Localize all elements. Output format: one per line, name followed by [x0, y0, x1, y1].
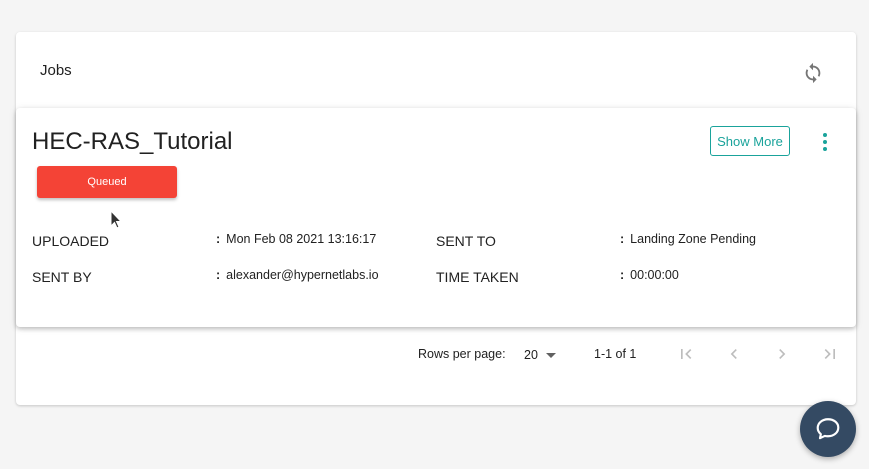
field-separator: : [216, 268, 221, 282]
first-page-icon [681, 349, 692, 359]
sent-by-value-text: alexander@hypernetlabs.io [226, 268, 379, 282]
field-separator: : [620, 268, 625, 282]
kebab-dot [823, 133, 827, 137]
sent-by-value: : alexander@hypernetlabs.io [216, 268, 379, 282]
next-page-button[interactable] [770, 342, 794, 366]
first-page-button[interactable] [674, 342, 698, 366]
panel-title: Jobs [40, 62, 72, 79]
sent-to-label: SENT TO [436, 233, 496, 249]
kebab-dot [823, 140, 827, 144]
rows-per-page-select[interactable]: 20 [524, 345, 564, 365]
uploaded-value-text: Mon Feb 08 2021 13:16:17 [226, 232, 377, 246]
chevron-right-icon [779, 349, 786, 359]
status-badge: Queued [37, 166, 177, 198]
chat-button[interactable] [800, 401, 856, 457]
uploaded-value: : Mon Feb 08 2021 13:16:17 [216, 232, 376, 246]
refresh-icon [805, 62, 821, 84]
chat-bubble-icon [816, 418, 840, 440]
jobs-panel-header: Jobs [16, 32, 856, 108]
job-name: HEC-RAS_Tutorial [32, 128, 233, 155]
time-taken-value: :00:00:00 [620, 268, 679, 282]
rows-per-page-label: Rows per page: [418, 347, 506, 361]
field-separator: : [216, 232, 221, 246]
caret-down-icon [545, 352, 556, 358]
field-separator: : [620, 232, 625, 246]
uploaded-label: UPLOADED [32, 233, 110, 249]
sent-to-value: : Landing Zone Pending [620, 232, 756, 246]
chevron-left-icon [730, 349, 737, 359]
previous-page-button[interactable] [722, 342, 746, 366]
table-pagination: Rows per page: 20 1-1 of 1 [16, 332, 856, 376]
last-page-icon [824, 349, 835, 359]
time-taken-label: TIME TAKEN [436, 269, 519, 285]
sent-by-label: SENT BY [32, 269, 92, 285]
job-card: HEC-RAS_Tutorial Show More Queued UPLOAD… [16, 108, 856, 327]
mouse-pointer-icon [110, 209, 124, 235]
sent-to-value-text: Landing Zone Pending [630, 232, 756, 246]
last-page-button[interactable] [818, 342, 842, 366]
rows-per-page-value: 20 [524, 348, 538, 362]
jobs-panel: Jobs HEC-RAS_Tutorial Show More Queued U… [16, 32, 856, 405]
kebab-dot [823, 147, 827, 151]
refresh-button[interactable] [800, 60, 826, 86]
time-taken-value-text: 00:00:00 [630, 268, 679, 282]
show-more-button[interactable]: Show More [710, 126, 790, 156]
pagination-range: 1-1 of 1 [594, 347, 637, 361]
more-options-button[interactable] [816, 130, 834, 154]
